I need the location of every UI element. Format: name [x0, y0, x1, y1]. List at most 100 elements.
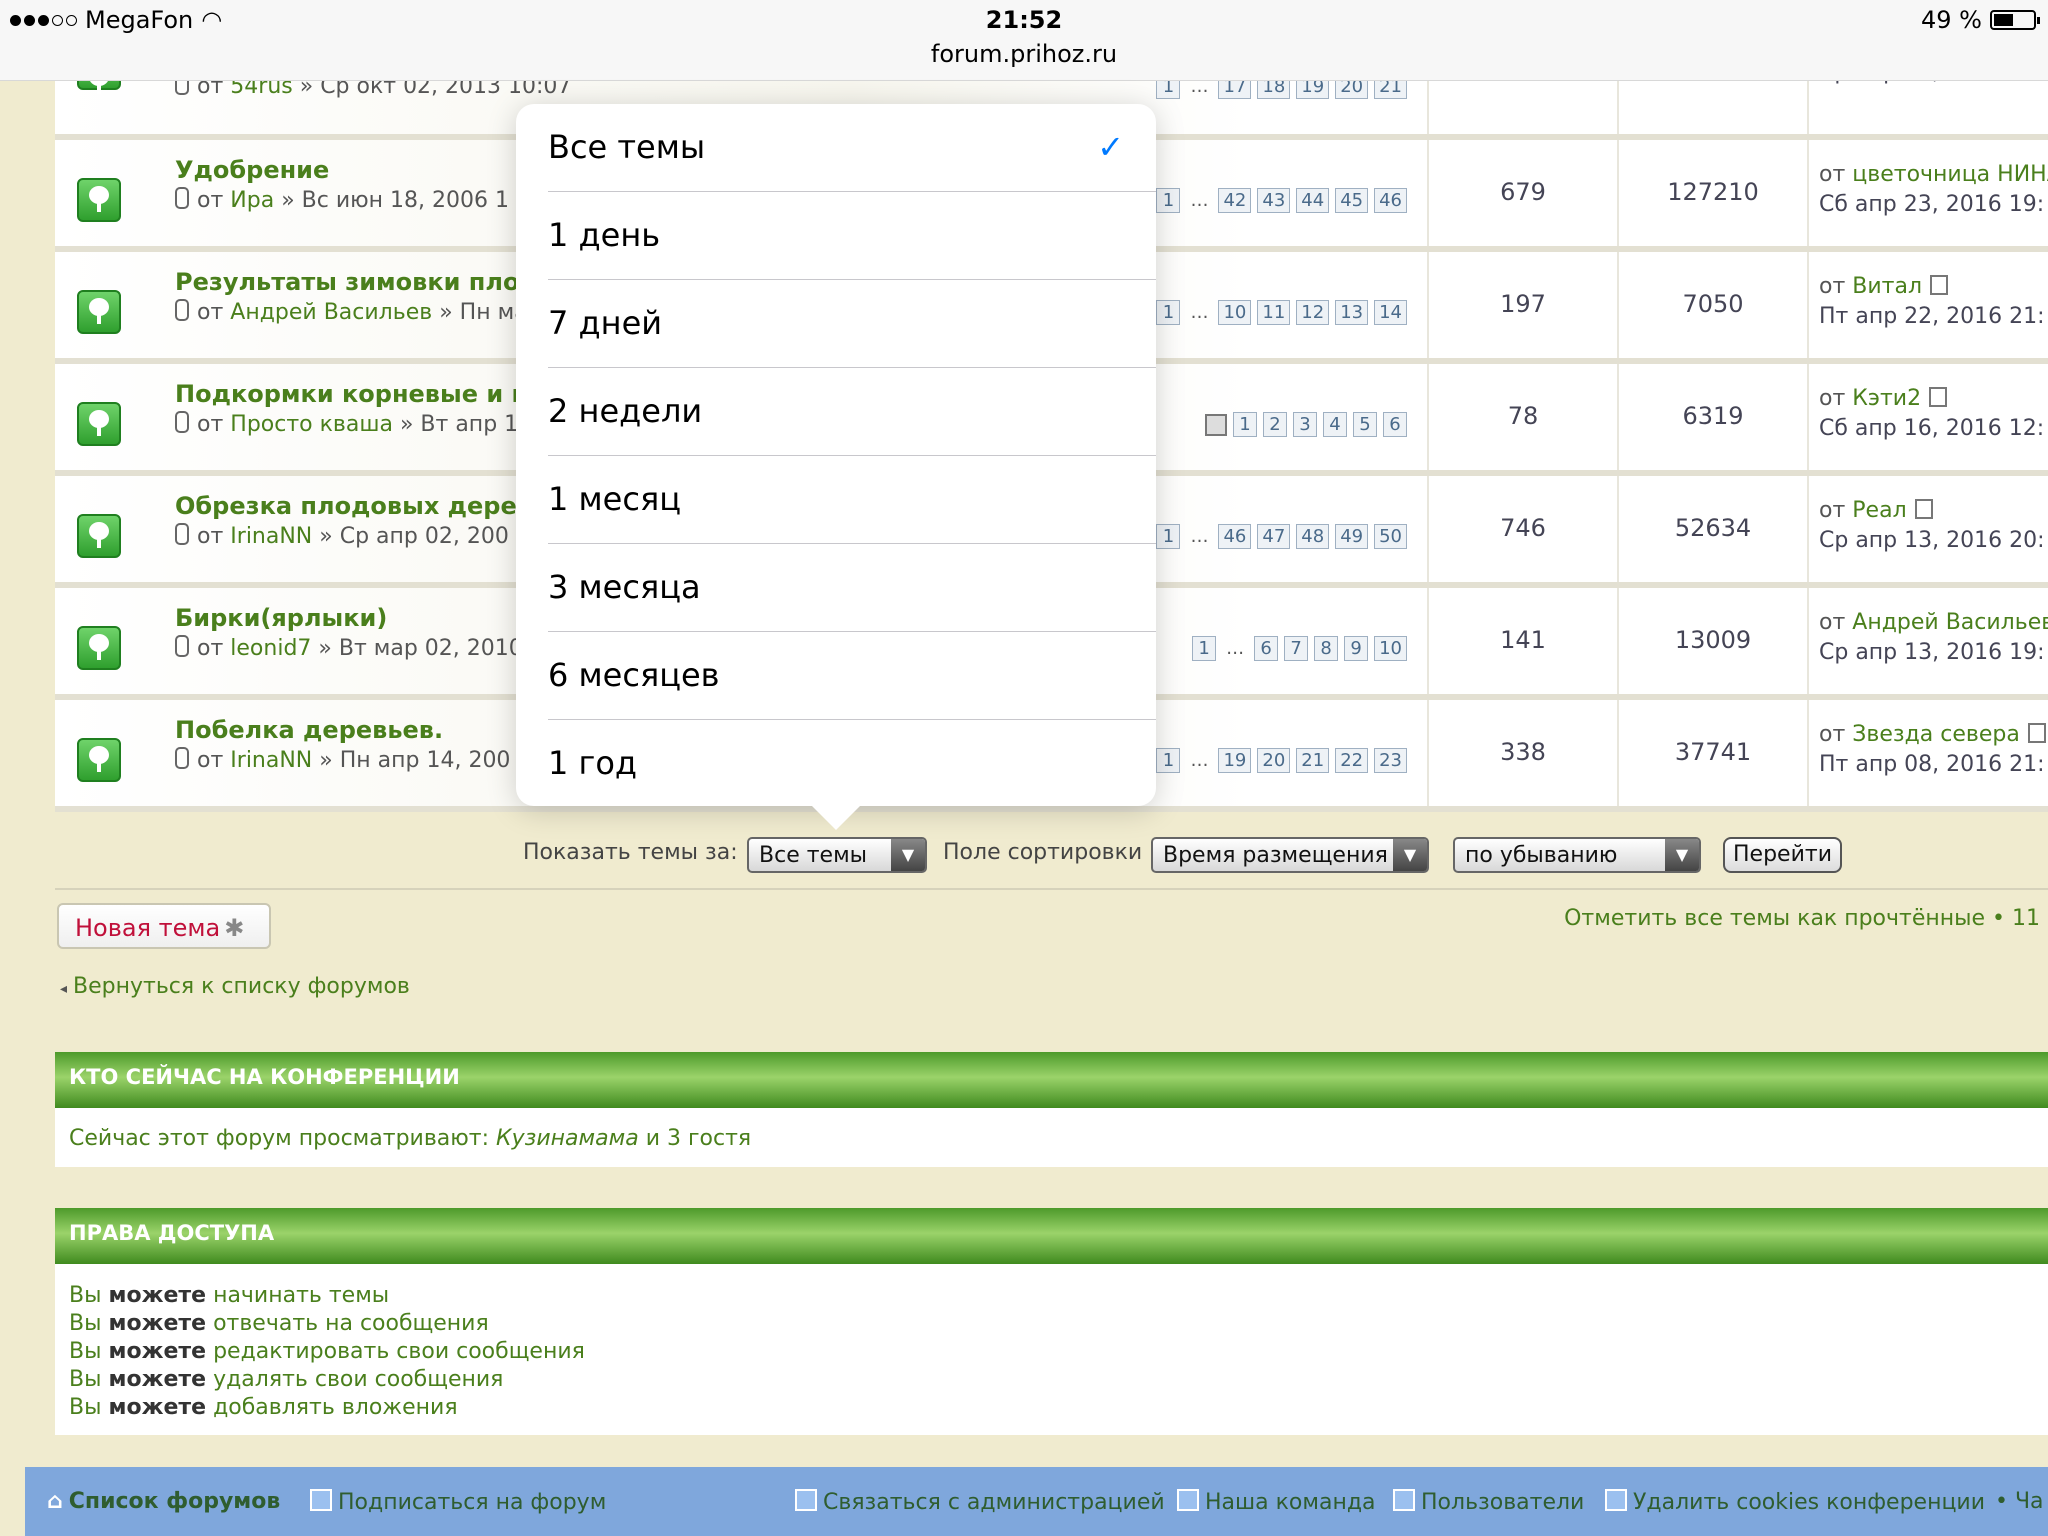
sort-order-select[interactable]: по убыванию ▼: [1453, 837, 1701, 873]
view-latest-post-icon[interactable]: [1929, 387, 1948, 407]
page-link[interactable]: 50: [1374, 524, 1407, 549]
permission-line: Вы можете начинать темы: [69, 1282, 2034, 1310]
page-link[interactable]: 11: [1257, 300, 1291, 325]
mark-all-read-link[interactable]: Отметить все темы как прочтённые • 11: [1564, 906, 2040, 931]
page-link[interactable]: 46: [1374, 188, 1407, 213]
last-post-cell: от Звезда севера Пт апр 08, 2016 21:: [1807, 700, 2048, 806]
last-post-author-link[interactable]: Звезда севера: [1852, 722, 2020, 747]
topic-author-link[interactable]: IrinaNN: [230, 524, 312, 549]
picker-option[interactable]: Все темы ✓: [548, 104, 1156, 192]
back-to-forums-label: Вернуться к списку форумов: [73, 974, 410, 999]
picker-option[interactable]: 3 месяца: [548, 544, 1156, 632]
picker-option[interactable]: 1 день: [548, 192, 1156, 280]
page-link[interactable]: 48: [1296, 524, 1330, 549]
topic-title-link[interactable]: Побелка деревьев.: [175, 716, 443, 744]
contact-admin-link[interactable]: Связаться с администрацией: [795, 1489, 1165, 1515]
back-to-forums-link[interactable]: ◂ Вернуться к списку форумов: [60, 974, 410, 999]
page-link[interactable]: 1: [1192, 636, 1217, 661]
page-link[interactable]: 22: [1335, 748, 1369, 773]
page-link[interactable]: 46: [1218, 524, 1252, 549]
page-link[interactable]: 45: [1335, 188, 1369, 213]
permission-verb: можете: [108, 1339, 207, 1364]
topic-pagination: 123456: [1205, 412, 1407, 437]
address-bar-url[interactable]: forum.prihoz.ru: [0, 40, 2048, 68]
view-latest-post-icon[interactable]: [2027, 723, 2046, 743]
page-link[interactable]: 49: [1335, 524, 1369, 549]
online-user-link[interactable]: Кузинамама: [496, 1126, 639, 1151]
topic-author-link[interactable]: Андрей Васильев: [230, 300, 432, 325]
picker-option[interactable]: 2 недели: [548, 368, 1156, 456]
page-link[interactable]: 6: [1254, 636, 1279, 661]
page-link[interactable]: 4: [1323, 412, 1347, 437]
page-link[interactable]: 1: [1156, 524, 1181, 549]
trash-icon: [1605, 1489, 1627, 1511]
view-latest-post-icon[interactable]: [1914, 499, 1933, 519]
page-link[interactable]: 1: [1156, 748, 1181, 773]
page-link[interactable]: 19: [1218, 748, 1252, 773]
delete-cookies-link[interactable]: Удалить cookies конференции: [1605, 1489, 1985, 1515]
last-post-author-link[interactable]: Витал: [1852, 274, 1922, 299]
footer-more-link[interactable]: • Ча: [1995, 1489, 2044, 1514]
topic-date: » Ср апр 02, 200: [319, 524, 509, 549]
page-link[interactable]: 5: [1353, 412, 1377, 437]
page-link[interactable]: 8: [1314, 636, 1339, 661]
reply-count: 679: [1500, 178, 1546, 206]
page-link[interactable]: 20: [1257, 748, 1291, 773]
topic-title-link[interactable]: Удобрение: [175, 156, 329, 184]
page-link[interactable]: 12: [1296, 300, 1330, 325]
last-post-author-link[interactable]: Кэти2: [1852, 386, 1921, 411]
page-link[interactable]: 1: [1233, 412, 1257, 437]
page-link[interactable]: 6: [1383, 412, 1407, 437]
new-topic-button[interactable]: Новая тема ✱: [57, 903, 271, 949]
show-topics-select[interactable]: Все темы ▼: [747, 837, 927, 873]
picker-option-label: 3 месяца: [548, 568, 701, 606]
page-link[interactable]: 10: [1374, 636, 1407, 661]
paperclip-icon: [175, 523, 189, 545]
topic-author-link[interactable]: leonid7: [230, 636, 311, 661]
topic-author-link[interactable]: Просто кваша: [230, 412, 393, 437]
page-link[interactable]: 9: [1344, 636, 1369, 661]
chevron-left-icon: ◂: [60, 981, 68, 997]
page-link[interactable]: 23: [1374, 748, 1407, 773]
last-post-cell: от Реал Ср апр 13, 2016 20:: [1807, 476, 2048, 582]
picker-option[interactable]: 1 год: [548, 720, 1156, 808]
page-link[interactable]: 43: [1257, 188, 1291, 213]
picker-option-label: 1 год: [548, 744, 638, 782]
topic-title-link[interactable]: Результаты зимовки плодо: [175, 268, 555, 296]
topic-title-link[interactable]: Подкормки корневые и нек: [175, 380, 561, 408]
sort-field-select[interactable]: Время размещения ▼: [1151, 837, 1429, 873]
picker-option[interactable]: 6 месяцев: [548, 632, 1156, 720]
users-link[interactable]: Пользователи: [1393, 1489, 1584, 1515]
go-button[interactable]: Перейти: [1723, 837, 1842, 873]
topic-author-link[interactable]: IrinaNN: [230, 748, 312, 773]
checkmark-icon: ✓: [1097, 128, 1124, 166]
team-link[interactable]: Наша команда: [1177, 1489, 1376, 1515]
page-link[interactable]: 21: [1296, 748, 1330, 773]
last-post-author-link[interactable]: Андрей Васильев: [1852, 610, 2048, 635]
page-link[interactable]: 2: [1263, 412, 1287, 437]
picker-option[interactable]: 7 дней: [548, 280, 1156, 368]
topic-title-link[interactable]: Обрезка плодовых деревье: [175, 492, 563, 520]
page-link[interactable]: 1: [1156, 188, 1181, 213]
view-latest-post-icon[interactable]: [1930, 275, 1949, 295]
topic-title-link[interactable]: Бирки(ярлыки): [175, 604, 387, 632]
page-link[interactable]: 14: [1374, 300, 1407, 325]
picker-option[interactable]: 1 месяц: [548, 456, 1156, 544]
page-link[interactable]: 3: [1293, 412, 1317, 437]
page-link[interactable]: 7: [1284, 636, 1309, 661]
page-link[interactable]: 44: [1296, 188, 1330, 213]
forum-list-link[interactable]: ⌂ Список форумов: [47, 1489, 280, 1514]
page-link[interactable]: 42: [1218, 188, 1252, 213]
picker-option-label: 7 дней: [548, 304, 663, 342]
page-link[interactable]: 1: [1156, 300, 1181, 325]
page-link[interactable]: 47: [1257, 524, 1291, 549]
last-post-author-link[interactable]: цветочница НИНА: [1852, 162, 2048, 187]
page-link[interactable]: 13: [1335, 300, 1369, 325]
permissions-list: Вы можете начинать темы Вы можете отвечат…: [55, 1264, 2048, 1440]
page-link[interactable]: 10: [1218, 300, 1252, 325]
last-post-cell: от цветочница НИНА Сб апр 23, 2016 19:: [1807, 140, 2048, 246]
team-label: Наша команда: [1205, 1490, 1376, 1515]
subscribe-link[interactable]: Подписаться на форум: [310, 1489, 606, 1515]
topic-author-link[interactable]: Ира: [230, 188, 274, 213]
last-post-author-link[interactable]: Реал: [1852, 498, 1906, 523]
